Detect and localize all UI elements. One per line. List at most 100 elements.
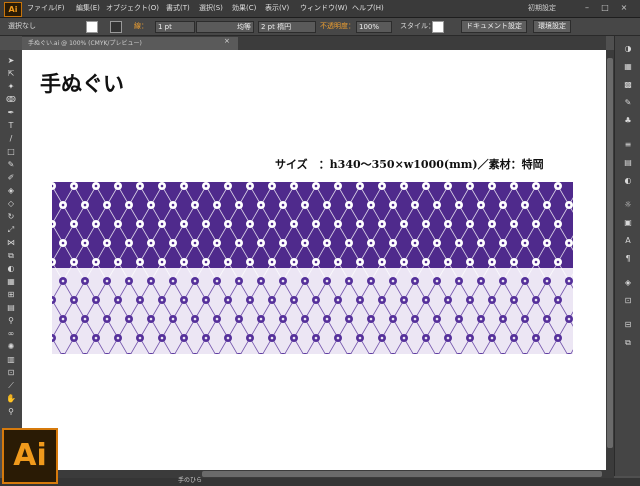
- document-setup-button[interactable]: ドキュメント設定: [461, 20, 527, 33]
- brushes-panel-icon[interactable]: ✎: [622, 98, 634, 108]
- menu-view[interactable]: 表示(V): [265, 3, 289, 13]
- close-icon[interactable]: ×: [620, 4, 628, 12]
- pattern-flower-center: [358, 222, 362, 226]
- artboards-panel-icon[interactable]: ⊡: [622, 296, 634, 306]
- artboard-tool-icon[interactable]: ⊡: [5, 368, 17, 377]
- tab-close-icon[interactable]: ×: [224, 37, 230, 45]
- slice-tool-icon[interactable]: ⟋: [5, 381, 17, 390]
- stroke-panel-icon[interactable]: ≡: [622, 140, 634, 150]
- pen-tool-icon[interactable]: ✒: [5, 108, 17, 117]
- menu-help[interactable]: ヘルプ(H): [352, 3, 384, 13]
- mesh-tool-icon[interactable]: ⊞: [5, 290, 17, 299]
- swatches-panel-icon[interactable]: ▩: [622, 80, 634, 90]
- menu-type[interactable]: 書式(T): [166, 3, 190, 13]
- pattern-flower-center: [248, 222, 252, 226]
- shape-builder-tool-icon[interactable]: ◐: [5, 264, 17, 273]
- rotate-tool-icon[interactable]: ↻: [5, 212, 17, 221]
- menu-object[interactable]: オブジェクト(O): [106, 3, 159, 13]
- preferences-button[interactable]: 環境設定: [533, 20, 571, 33]
- pattern-flower-center: [94, 298, 98, 302]
- status-text: 手のひら: [178, 477, 203, 484]
- character-panel-icon[interactable]: A: [622, 236, 634, 246]
- pattern-flower-center: [314, 336, 318, 340]
- document-tab[interactable]: 手ぬぐい.ai @ 100% (CMYK/プレビュー): [22, 37, 238, 50]
- opacity-label[interactable]: 不透明度：: [320, 21, 355, 31]
- stroke-weight-field[interactable]: 1 pt: [155, 21, 195, 33]
- pattern-flower-center: [193, 241, 197, 245]
- menu-edit[interactable]: 編集(E): [76, 3, 100, 13]
- minimize-icon[interactable]: –: [583, 4, 591, 12]
- zoom-tool-icon[interactable]: ⚲: [5, 407, 17, 416]
- graphic-style-swatch[interactable]: [432, 21, 444, 33]
- pattern-flower-center: [116, 298, 120, 302]
- layers-panel-icon[interactable]: ◈: [622, 278, 634, 288]
- paintbrush-tool-icon[interactable]: ✎: [5, 160, 17, 169]
- symbol-sprayer-tool-icon[interactable]: ✺: [5, 342, 17, 351]
- fill-swatch[interactable]: [86, 21, 98, 33]
- vertical-scroll-thumb[interactable]: [607, 58, 613, 448]
- menu-effect[interactable]: 効果(C): [232, 3, 256, 13]
- rectangle-tool-icon[interactable]: □: [5, 147, 17, 156]
- menu-file[interactable]: ファイル(F): [27, 3, 65, 13]
- pattern-flower-center: [149, 317, 153, 321]
- menu-select[interactable]: 選択(S): [199, 3, 223, 13]
- paragraph-panel-icon[interactable]: ¶: [622, 254, 634, 264]
- pattern-flower-center: [226, 184, 230, 188]
- appearance-panel-icon[interactable]: ☼: [622, 200, 634, 210]
- symbols-panel-icon[interactable]: ♣: [622, 116, 634, 126]
- variable-width-profile[interactable]: 均等: [196, 21, 254, 33]
- graph-tool-icon[interactable]: ▥: [5, 355, 17, 364]
- eyedropper-tool-icon[interactable]: ⚲: [5, 316, 17, 325]
- transparency-panel-icon[interactable]: ◐: [622, 176, 634, 186]
- pattern-flower-center: [336, 336, 340, 340]
- color-panel-icon[interactable]: ◑: [622, 44, 634, 54]
- color-guide-icon[interactable]: ▦: [622, 62, 634, 72]
- pencil-tool-icon[interactable]: ✐: [5, 173, 17, 182]
- width-tool-icon[interactable]: ⋈: [5, 238, 17, 247]
- pattern-flower-center: [138, 260, 142, 264]
- pattern-flower-center: [72, 222, 76, 226]
- stroke-label[interactable]: 線：: [134, 21, 148, 31]
- selection-tool-icon[interactable]: ➤: [5, 56, 17, 65]
- blob-brush-tool-icon[interactable]: ◈: [5, 186, 17, 195]
- pattern-flower-center: [270, 336, 274, 340]
- pattern-flower-center: [303, 241, 307, 245]
- horizontal-scrollbar[interactable]: [22, 470, 614, 478]
- maximize-icon[interactable]: □: [601, 4, 609, 12]
- pattern-flower-center: [479, 203, 483, 207]
- pattern-flower-center: [281, 279, 285, 283]
- magic-wand-tool-icon[interactable]: ✦: [5, 82, 17, 91]
- blend-tool-icon[interactable]: ∞: [5, 329, 17, 338]
- pattern-flower-center: [281, 317, 285, 321]
- pattern-flower-center: [204, 260, 208, 264]
- vertical-scrollbar[interactable]: [606, 50, 614, 470]
- graphic-styles-icon[interactable]: ▣: [622, 218, 634, 228]
- gradient-tool-icon[interactable]: ▤: [5, 303, 17, 312]
- free-transform-tool-icon[interactable]: ⧉: [5, 251, 17, 260]
- scale-tool-icon[interactable]: ⤢: [5, 225, 17, 234]
- pattern-flower-center: [534, 222, 538, 226]
- pattern-flower-center: [226, 260, 230, 264]
- stroke-swatch[interactable]: [110, 21, 122, 33]
- line-tool-icon[interactable]: /: [5, 134, 17, 143]
- align-panel-icon[interactable]: ⊟: [622, 320, 634, 330]
- pattern-flower-center: [501, 317, 505, 321]
- gradient-panel-icon[interactable]: ▤: [622, 158, 634, 168]
- brush-definition[interactable]: 2 pt 楕円: [258, 21, 316, 33]
- horizontal-scroll-thumb[interactable]: [202, 471, 602, 477]
- perspective-grid-tool-icon[interactable]: ▦: [5, 277, 17, 286]
- eraser-tool-icon[interactable]: ◇: [5, 199, 17, 208]
- menu-window[interactable]: ウィンドウ(W): [300, 3, 347, 13]
- pattern-flower-center: [413, 241, 417, 245]
- direct-selection-tool-icon[interactable]: ⇱: [5, 69, 17, 78]
- lasso-tool-icon[interactable]: ↂ: [5, 95, 17, 104]
- opacity-field[interactable]: 100%: [356, 21, 392, 33]
- pathfinder-panel-icon[interactable]: ⧉: [622, 338, 634, 348]
- tenugui-pattern[interactable]: [52, 182, 573, 354]
- workspace-switcher[interactable]: 初期設定: [528, 3, 556, 13]
- pattern-flower-center: [314, 260, 318, 264]
- pattern-flower-center: [347, 317, 351, 321]
- type-tool-icon[interactable]: T: [5, 121, 17, 130]
- pattern-flower-center: [479, 241, 483, 245]
- hand-tool-icon[interactable]: ✋: [5, 394, 17, 403]
